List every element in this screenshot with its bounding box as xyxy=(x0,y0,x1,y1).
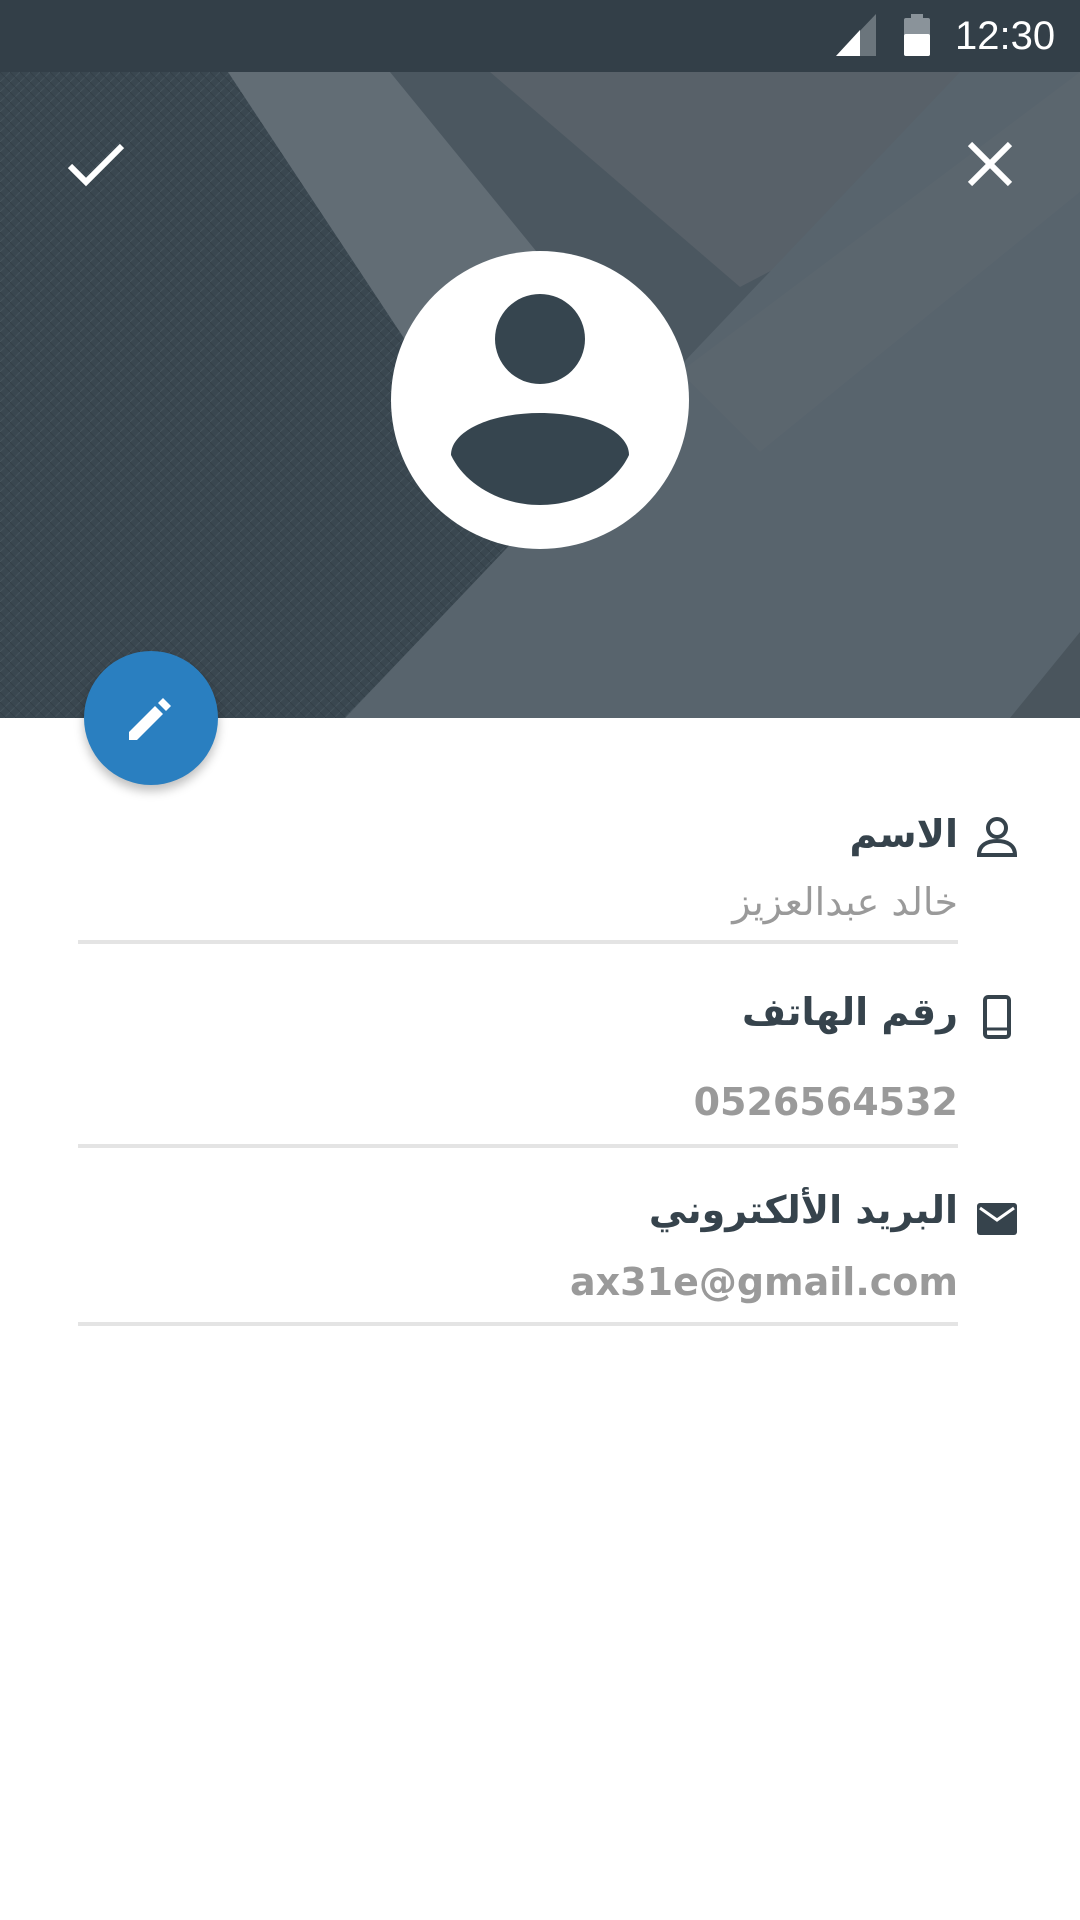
name-field[interactable]: الاسم خالد عبدالعزيز xyxy=(78,808,1020,958)
name-label: الاسم xyxy=(849,812,959,856)
name-underline xyxy=(78,940,958,944)
pencil-icon xyxy=(129,698,171,740)
status-time: 12:30 xyxy=(955,14,1056,58)
phone-icon xyxy=(974,994,1020,1040)
confirm-button[interactable] xyxy=(50,118,142,210)
email-underline xyxy=(78,1322,958,1326)
status-bar: 12:30 xyxy=(0,0,1080,72)
email-field[interactable]: البريد الألكتروني ax31e@gmail.com xyxy=(78,1188,1020,1332)
phone-underline xyxy=(78,1144,958,1148)
close-button[interactable] xyxy=(944,118,1036,210)
phone-field[interactable]: رقم الهاتف 0526564532 xyxy=(78,990,1020,1150)
check-icon xyxy=(67,143,125,187)
contact-edit-screen: 12:30 الاسم خالد عبدالعزيز رقم الهاتف 05… xyxy=(0,0,1080,1920)
signal-icon xyxy=(836,14,876,56)
edit-fab[interactable] xyxy=(84,651,218,785)
battery-icon xyxy=(904,14,930,56)
person-icon xyxy=(974,814,1020,860)
email-label: البريد الألكتروني xyxy=(648,1188,958,1232)
contact-avatar[interactable] xyxy=(391,251,689,549)
phone-value: 0526564532 xyxy=(693,1080,958,1124)
name-value: خالد عبدالعزيز xyxy=(732,880,958,924)
email-value: ax31e@gmail.com xyxy=(570,1260,958,1304)
close-icon xyxy=(967,141,1013,187)
mail-icon xyxy=(974,1196,1020,1242)
phone-label: رقم الهاتف xyxy=(742,990,958,1034)
profile-header xyxy=(0,72,1080,718)
person-avatar-icon xyxy=(451,294,629,505)
